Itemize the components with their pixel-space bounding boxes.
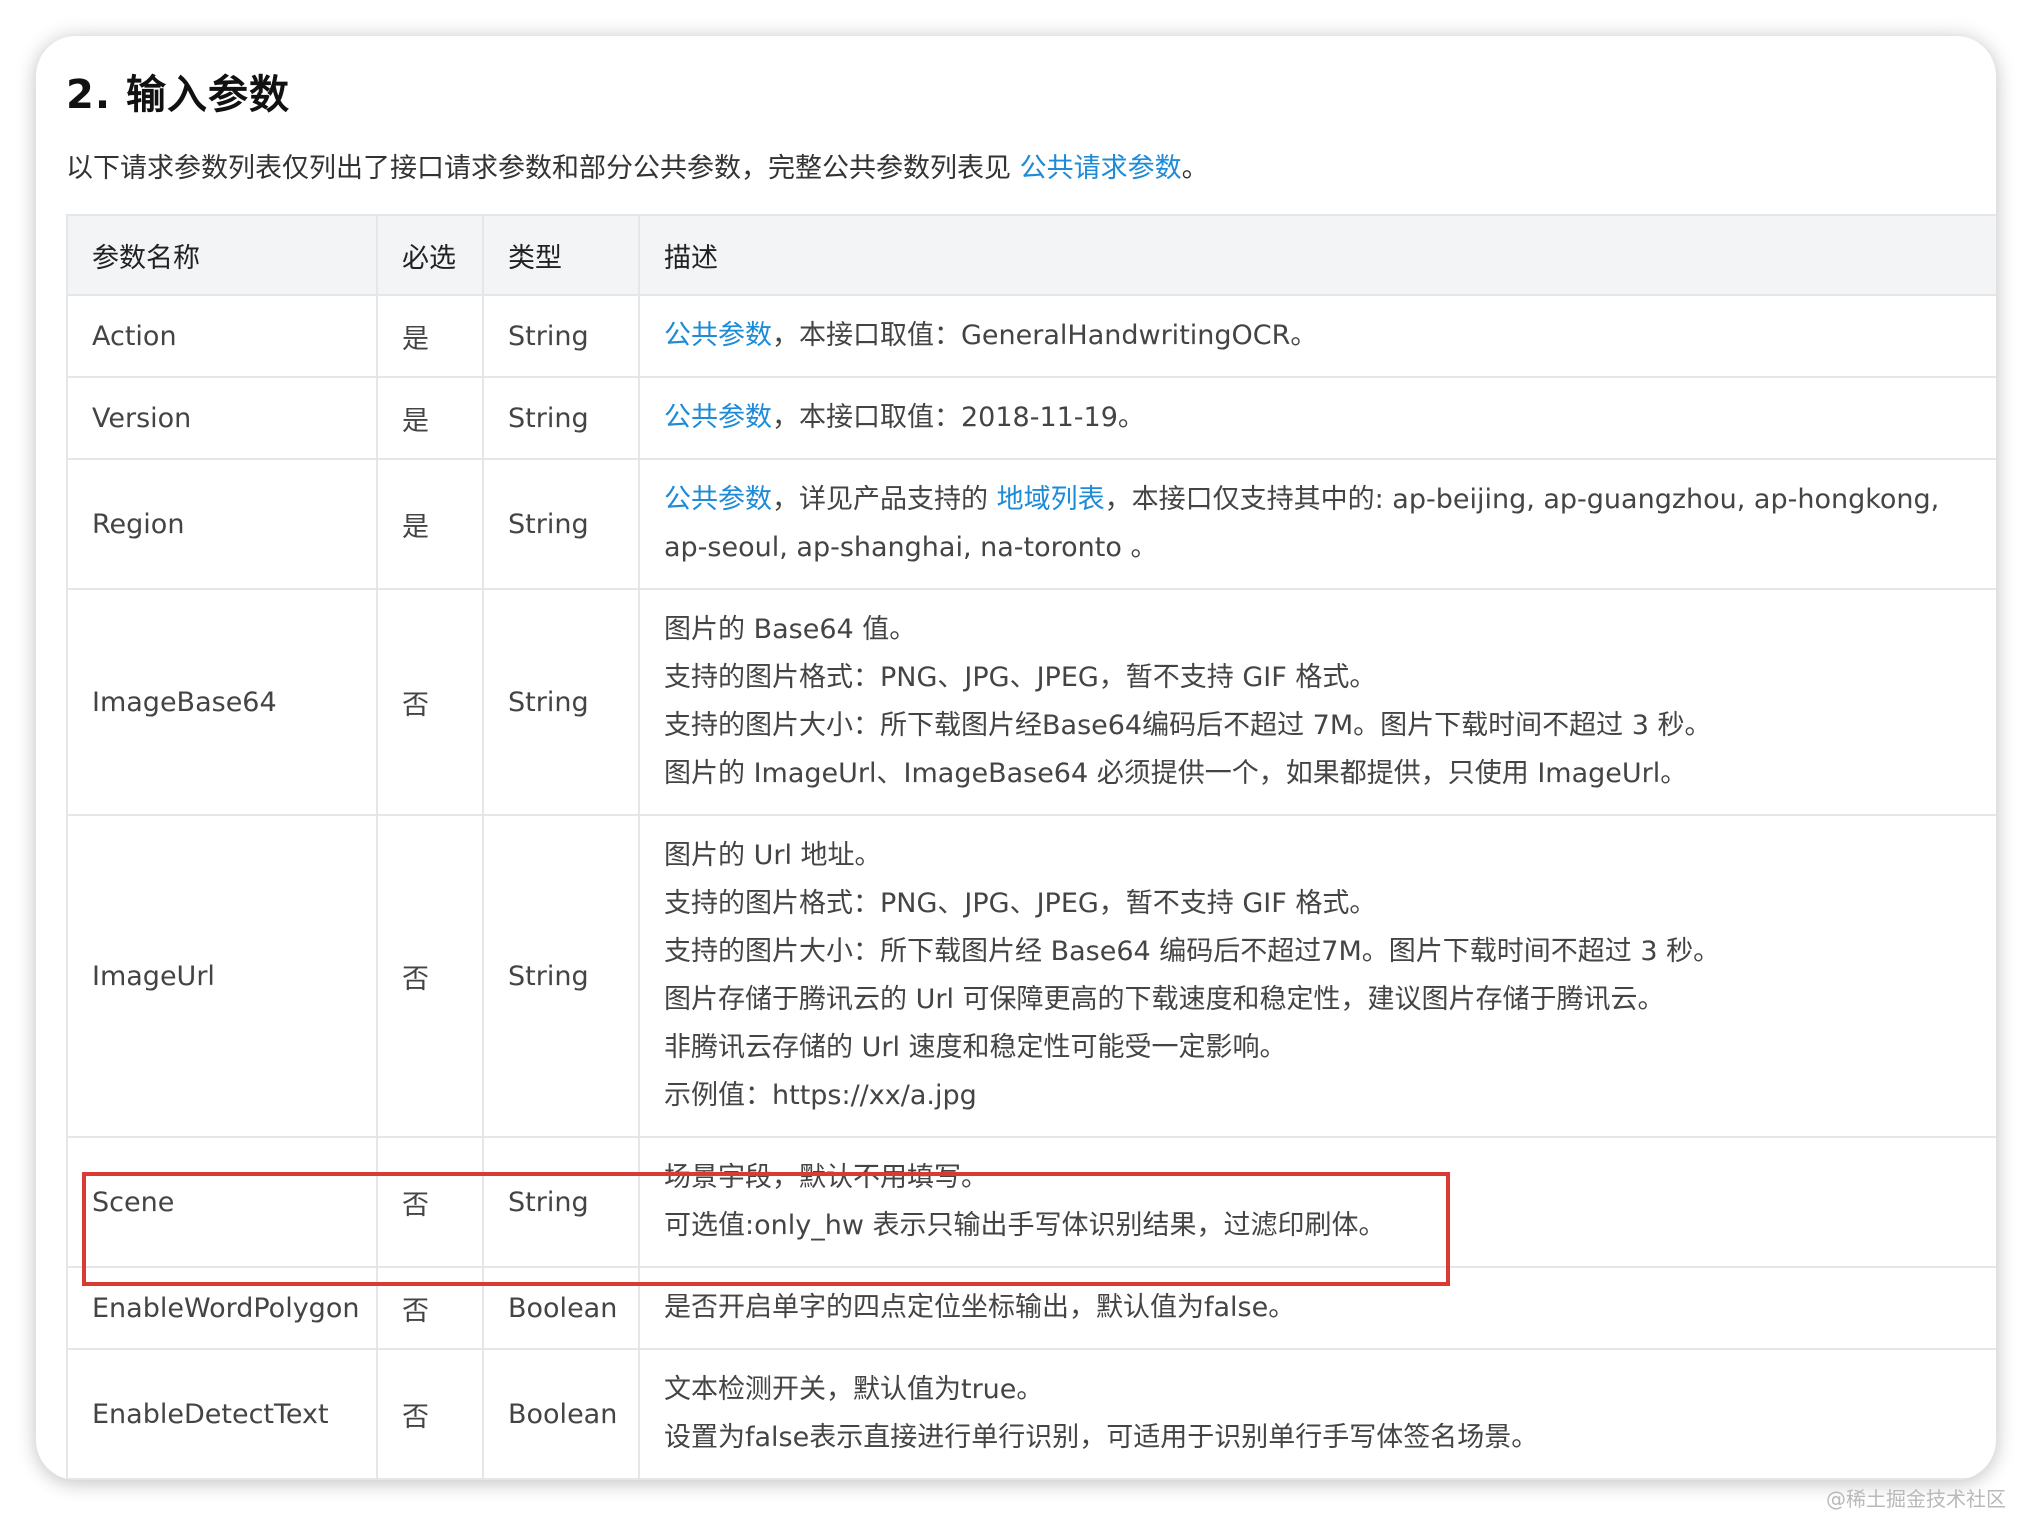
table-row: ImageUrl 否 String 图片的 Url 地址。 支持的图片格式：PN… — [66, 814, 1996, 1138]
param-name: Scene — [66, 1136, 378, 1268]
param-description: 图片的 Url 地址。 支持的图片格式：PNG、JPG、JPEG，暂不支持 GI… — [638, 814, 1996, 1138]
desc-line: 图片的 Base64 值。 — [664, 614, 917, 645]
table-row: Region 是 String 公共参数，详见产品支持的 地域列表，本接口仅支持… — [66, 458, 1996, 590]
param-description: 场景字段，默认不用填写。 可选值:only_hw 表示只输出手写体识别结果，过滤… — [638, 1136, 1996, 1268]
param-required: 否 — [376, 1266, 484, 1350]
desc-line: 非腾讯云存储的 Url 速度和稳定性可能受一定影响。 — [664, 1032, 1287, 1063]
intro-end: 。 — [1181, 153, 1209, 184]
desc-line: 场景字段，默认不用填写。 — [664, 1162, 988, 1193]
desc-line: 图片的 Url 地址。 — [664, 840, 882, 871]
param-name: ImageUrl — [66, 814, 378, 1138]
table-row: ImageBase64 否 String 图片的 Base64 值。 支持的图片… — [66, 588, 1996, 816]
header-description: 描述 — [638, 214, 1996, 296]
param-type: String — [482, 588, 640, 816]
common-params-link[interactable]: 公共请求参数 — [1020, 153, 1182, 184]
param-name: Action — [66, 294, 378, 378]
param-name: ImageBase64 — [66, 588, 378, 816]
desc-text: ，本接口取值：2018-11-19。 — [772, 402, 1145, 433]
desc-line: 示例值：https://xx/a.jpg — [664, 1080, 977, 1111]
desc-line: 文本检测开关，默认值为true。 — [664, 1374, 1044, 1405]
param-required: 是 — [376, 458, 484, 590]
header-required: 必选 — [376, 214, 484, 296]
desc-text: ，本接口取值：GeneralHandwritingOCR。 — [772, 320, 1318, 351]
param-type: String — [482, 814, 640, 1138]
params-table: 参数名称 必选 类型 描述 Action 是 String 公共参数，本接口取值… — [66, 214, 1996, 1480]
param-description: 公共参数，本接口取值：GeneralHandwritingOCR。 — [638, 294, 1996, 378]
desc-line: 设置为false表示直接进行单行识别，可适用于识别单行手写体签名场景。 — [664, 1422, 1539, 1453]
param-description: 文本检测开关，默认值为true。 设置为false表示直接进行单行识别，可适用于… — [638, 1348, 1996, 1480]
header-param-name: 参数名称 — [66, 214, 378, 296]
param-name: Region — [66, 458, 378, 590]
param-type: String — [482, 376, 640, 460]
desc-line: 可选值:only_hw 表示只输出手写体识别结果，过滤印刷体。 — [664, 1210, 1386, 1241]
param-description: 是否开启单字的四点定位坐标输出，默认值为false。 — [638, 1266, 1996, 1350]
param-required: 是 — [376, 294, 484, 378]
desc-line: ap-seoul, ap-shanghai, na-toronto 。 — [664, 532, 1158, 563]
param-required: 是 — [376, 376, 484, 460]
param-type: String — [482, 1136, 640, 1268]
common-param-link[interactable]: 公共参数 — [664, 320, 772, 351]
param-name: Version — [66, 376, 378, 460]
param-description: 图片的 Base64 值。 支持的图片格式：PNG、JPG、JPEG，暂不支持 … — [638, 588, 1996, 816]
param-type: String — [482, 458, 640, 590]
common-param-link[interactable]: 公共参数 — [664, 402, 772, 433]
param-required: 否 — [376, 588, 484, 816]
param-description: 公共参数，详见产品支持的 地域列表，本接口仅支持其中的: ap-beijing,… — [638, 458, 1996, 590]
intro-text: 以下请求参数列表仅列出了接口请求参数和部分公共参数，完整公共参数列表见 — [66, 153, 1020, 184]
doc-card: 2. 输入参数 以下请求参数列表仅列出了接口请求参数和部分公共参数，完整公共参数… — [36, 36, 1996, 1480]
desc-text: ，详见产品支持的 — [772, 484, 997, 515]
param-required: 否 — [376, 1348, 484, 1480]
desc-line: 支持的图片大小：所下载图片经 Base64 编码后不超过7M。图片下载时间不超过… — [664, 936, 1721, 967]
desc-line: 图片的 ImageUrl、ImageBase64 必须提供一个，如果都提供，只使… — [664, 758, 1688, 789]
param-required: 否 — [376, 1136, 484, 1268]
desc-line: 是否开启单字的四点定位坐标输出，默认值为false。 — [664, 1292, 1296, 1323]
common-param-link[interactable]: 公共参数 — [664, 484, 772, 515]
watermark: @稀土掘金技术社区 — [1826, 1487, 2006, 1511]
table-row: EnableWordPolygon 否 Boolean 是否开启单字的四点定位坐… — [66, 1266, 1996, 1350]
header-type: 类型 — [482, 214, 640, 296]
desc-line: 支持的图片格式：PNG、JPG、JPEG，暂不支持 GIF 格式。 — [664, 888, 1377, 919]
param-type: Boolean — [482, 1266, 640, 1350]
table-row: EnableDetectText 否 Boolean 文本检测开关，默认值为tr… — [66, 1348, 1996, 1480]
desc-line: 支持的图片格式：PNG、JPG、JPEG，暂不支持 GIF 格式。 — [664, 662, 1377, 693]
param-required: 否 — [376, 814, 484, 1138]
table-header-row: 参数名称 必选 类型 描述 — [66, 214, 1996, 296]
param-description: 公共参数，本接口取值：2018-11-19。 — [638, 376, 1996, 460]
region-list-link[interactable]: 地域列表 — [997, 484, 1105, 515]
param-type: Boolean — [482, 1348, 640, 1480]
table-row: Scene 否 String 场景字段，默认不用填写。 可选值:only_hw … — [66, 1136, 1996, 1268]
intro-paragraph: 以下请求参数列表仅列出了接口请求参数和部分公共参数，完整公共参数列表见 公共请求… — [66, 146, 1209, 185]
param-name: EnableDetectText — [66, 1348, 378, 1480]
section-heading: 2. 输入参数 — [66, 72, 290, 118]
desc-text: ，本接口仅支持其中的: ap-beijing, ap-guangzhou, ap… — [1104, 484, 1940, 515]
desc-line: 支持的图片大小：所下载图片经Base64编码后不超过 7M。图片下载时间不超过 … — [664, 710, 1712, 741]
desc-line: 图片存储于腾讯云的 Url 可保障更高的下载速度和稳定性，建议图片存储于腾讯云。 — [664, 984, 1665, 1015]
param-name: EnableWordPolygon — [66, 1266, 378, 1350]
param-type: String — [482, 294, 640, 378]
table-row: Version 是 String 公共参数，本接口取值：2018-11-19。 — [66, 376, 1996, 460]
table-row: Action 是 String 公共参数，本接口取值：GeneralHandwr… — [66, 294, 1996, 378]
